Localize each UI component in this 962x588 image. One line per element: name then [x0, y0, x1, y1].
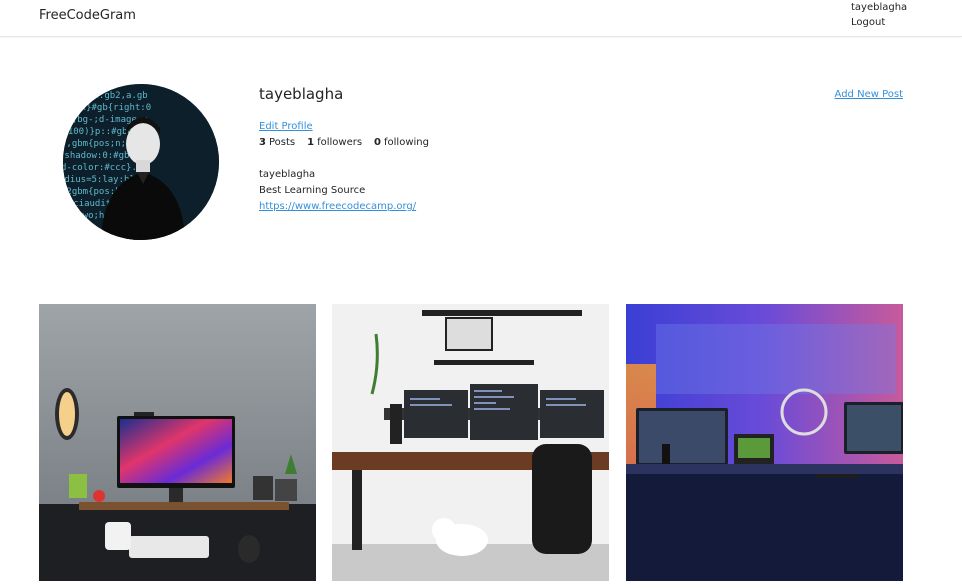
navbar: FreeCodeGram tayeblagha Logout [0, 0, 962, 37]
posts-count: 3 [259, 137, 266, 148]
post-image-1[interactable] [39, 304, 316, 581]
followers-count: 1 [307, 137, 315, 148]
nav-username[interactable]: tayeblagha [851, 0, 907, 15]
profile-url-link[interactable]: https://www.freecodecamp.org/ [259, 201, 416, 212]
svg-text:#4px);a.gb2,a.gb: #4px);a.gb2,a.gb [63, 91, 148, 101]
followers-stat: 1 followers [307, 137, 362, 148]
brand-link[interactable]: FreeCodeGram [39, 8, 136, 23]
svg-text:d-color:#ccc}.gb: d-color:#ccc}.gb [63, 163, 148, 173]
post-image-2[interactable] [332, 304, 609, 581]
posts-stat: 3 Posts [259, 137, 295, 148]
profile-title: tayeblagha [259, 169, 316, 180]
following-stat: 0 following [374, 137, 429, 148]
edit-profile-link[interactable]: Edit Profile [259, 121, 313, 132]
profile-username: tayeblagha [259, 85, 344, 103]
profile-avatar: #4px);a.gb2,a.gb :#4px}#gb{right:0 ne;bg… [63, 84, 219, 240]
logout-link[interactable]: Logout [851, 15, 885, 30]
svg-text::#4px}#gb{right:0: :#4px}#gb{right:0 [63, 103, 151, 113]
following-label: following [384, 137, 429, 148]
profile-description: Best Learning Source [259, 185, 366, 196]
post-image-3[interactable] [626, 304, 903, 581]
followers-label: followers [317, 137, 363, 148]
profile-stats: 3 Posts 1 followers 0 following [259, 137, 429, 148]
posts-label: Posts [268, 137, 296, 148]
following-count: 0 [374, 137, 382, 148]
add-new-post-link[interactable]: Add New Post [835, 89, 903, 100]
